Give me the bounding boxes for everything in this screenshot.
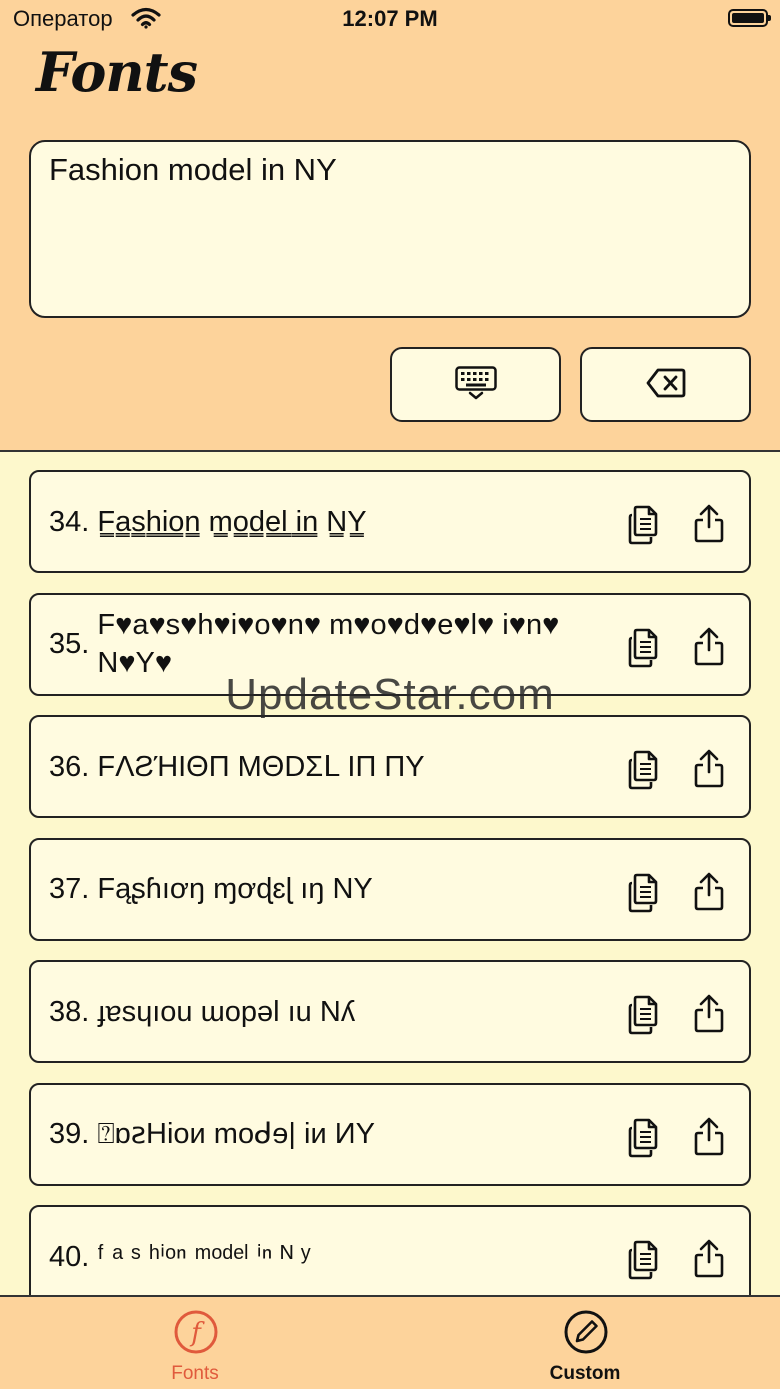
share-icon[interactable] [693,871,725,915]
tab-fonts-label: Fonts [171,1363,219,1384]
result-index: 38. [49,995,90,1028]
font-result-text: 36. FΛƧΉIΘП MΘDΣᒪ IП ПY [49,717,609,816]
share-icon[interactable] [693,503,725,547]
copy-icon[interactable] [627,750,663,794]
watermark: UpdateStar.com [225,670,555,719]
svg-text:f: f [189,1318,205,1348]
result-index: 35. [49,628,90,660]
battery-icon [728,9,771,27]
result-text: ᶠ ᵃ ˢ ʰⁱᵒⁿ ᵐᵒᵈᵉˡ ⁱⁿ ᴺ ʸ [97,1240,311,1273]
result-text: Fąʂɦıơŋ ɱơɖɛɭ ıŋ NY [97,873,373,905]
font-results-list[interactable]: 34. F͇a͇s͇h͇i͇o͇n͇ m͇o͇d͇e͇l͇ i͇n͇ N͇Y͇ 3… [0,452,780,1295]
font-result-card[interactable]: 34. F͇a͇s͇h͇i͇o͇n͇ m͇o͇d͇e͇l͇ i͇n͇ N͇Y͇ [29,470,751,573]
copy-icon[interactable] [627,995,663,1039]
result-text: F͇a͇s͇h͇i͇o͇n͇ m͇o͇d͇e͇l͇ i͇n͇ N͇Y͇ [97,505,367,538]
tab-custom-label: Custom [549,1363,621,1384]
font-f-icon: f [173,1309,219,1359]
header-area: Оператор 12:07 PM Fonts Fashion model in… [0,0,780,452]
share-icon[interactable] [693,1238,725,1282]
page-title: Fonts [36,40,198,104]
font-result-text: 40. ᶠ ᵃ ˢ ʰⁱᵒⁿ ᵐᵒᵈᵉˡ ⁱⁿ ᴺ ʸ [49,1207,609,1295]
font-result-card[interactable]: 38. ɟɐsɥıou ɯopǝl ıu Nʎ [29,960,751,1063]
result-index: 34. [49,505,90,538]
result-text: FΛƧΉIΘП MΘDΣᒪ IП ПY [97,750,425,783]
result-index: 39. [49,1118,90,1150]
copy-icon[interactable] [627,873,663,917]
font-result-card[interactable]: 40. ᶠ ᵃ ˢ ʰⁱᵒⁿ ᵐᵒᵈᵉˡ ⁱⁿ ᴺ ʸ [29,1205,751,1295]
copy-icon[interactable] [627,628,663,672]
backspace-icon [646,368,686,402]
share-icon[interactable] [693,748,725,792]
font-result-text: 38. ɟɐsɥıou ɯopǝl ıu Nʎ [49,962,609,1061]
result-index: 40. [49,1240,90,1273]
share-icon[interactable] [693,626,725,670]
status-time: 12:07 PM [342,6,438,31]
result-text: ɟɐsɥıou ɯopǝl ıu Nʎ [97,995,356,1028]
copy-icon[interactable] [627,1118,663,1162]
tab-fonts[interactable]: f Fonts [0,1297,390,1389]
copy-icon[interactable] [627,1240,663,1284]
font-result-card[interactable]: 39. ⍰ɒꙅHioᴎ moᑯɘ| iᴎ ИY [29,1082,751,1186]
text-input[interactable]: Fashion model in NY [29,140,751,318]
font-result-text: 34. F͇a͇s͇h͇i͇o͇n͇ m͇o͇d͇e͇l͇ i͇n͇ N͇Y͇ [49,472,609,571]
share-icon[interactable] [693,1116,725,1160]
font-result-card[interactable]: 37. Fąʂɦıơŋ ɱơɖɛɭ ıŋ NY [29,837,751,941]
clear-text-button[interactable] [580,347,751,422]
keyboard-toggle-button[interactable] [390,347,561,422]
result-index: 36. [49,750,90,783]
tab-bar: f Fonts Custom [0,1295,780,1389]
text-input-value: Fashion model in NY [49,152,337,187]
result-index: 37. [49,873,90,905]
font-result-card[interactable]: 36. FΛƧΉIΘП MΘDΣᒪ IП ПY [29,715,751,818]
result-text: ⍰ɒꙅHioᴎ moᑯɘ| iᴎ ИY [97,1118,375,1150]
font-result-text: 39. ⍰ɒꙅHioᴎ moᑯɘ| iᴎ ИY [49,1085,609,1184]
share-icon[interactable] [693,993,725,1037]
font-result-text: 37. Fąʂɦıơŋ ɱơɖɛɭ ıŋ NY [49,840,609,939]
copy-icon[interactable] [627,505,663,549]
keyboard-icon [454,365,497,404]
status-bar: Оператор 12:07 PM [0,0,780,40]
pencil-circle-icon [563,1309,609,1359]
tab-custom[interactable]: Custom [390,1297,780,1389]
